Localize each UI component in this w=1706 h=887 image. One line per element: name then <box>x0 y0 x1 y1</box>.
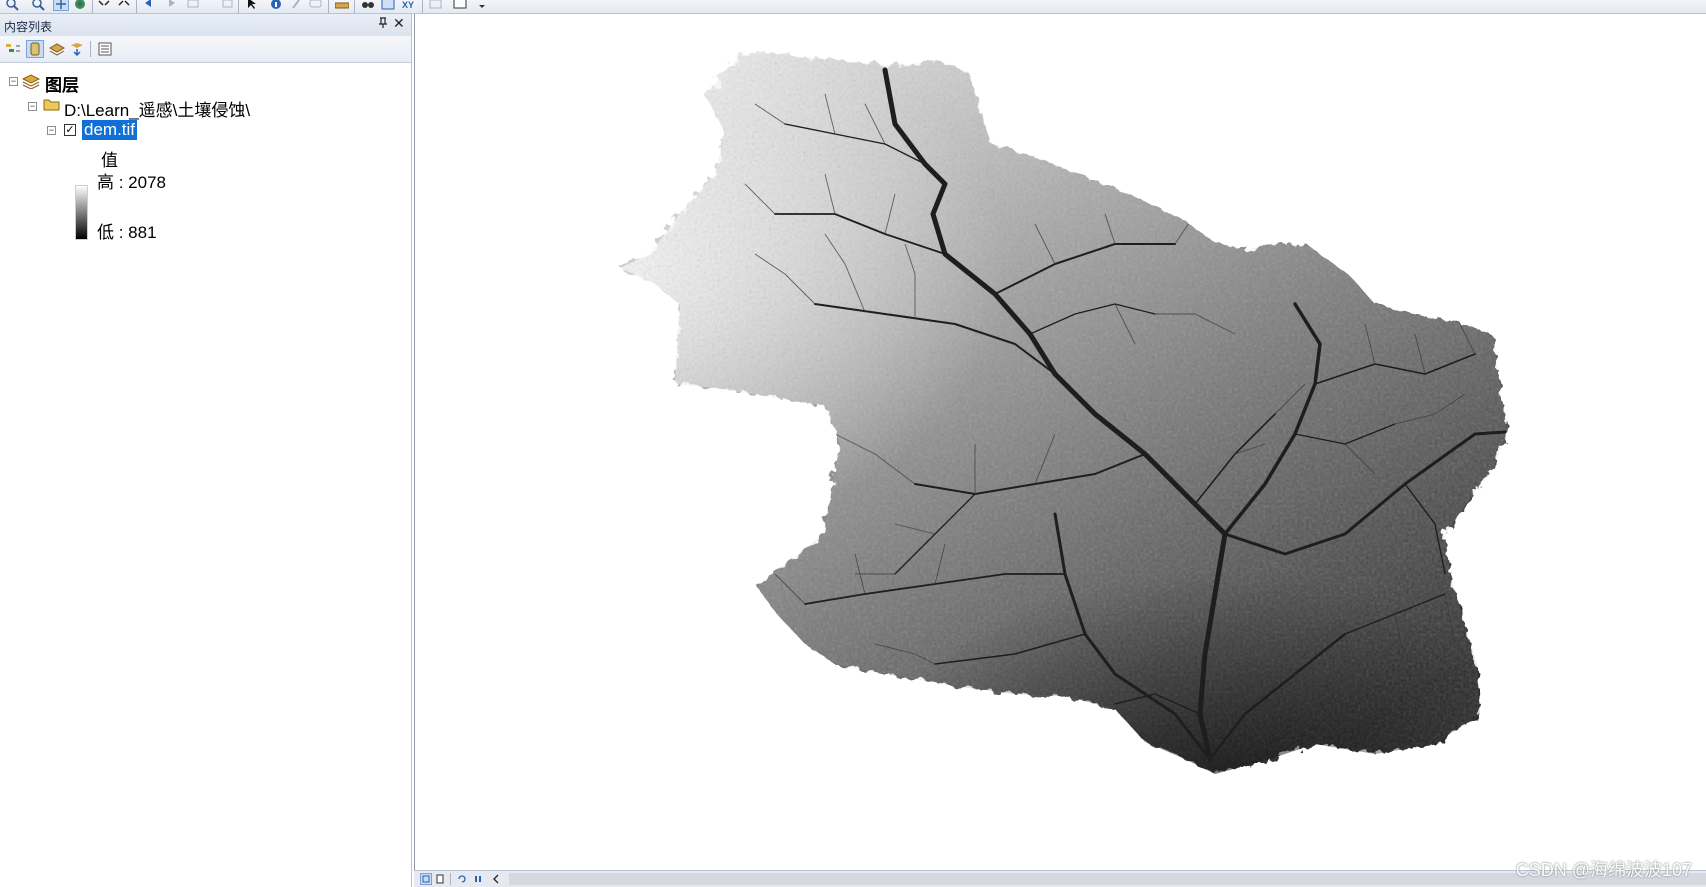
find-route-icon[interactable] <box>380 0 396 11</box>
dem-raster <box>620 54 1507 774</box>
full-extent-icon[interactable] <box>72 0 88 11</box>
select-elements-icon[interactable] <box>244 0 260 11</box>
main-toolbar: XY <box>0 0 1706 14</box>
toc-toolbar <box>0 36 411 63</box>
viewer-window-icon[interactable] <box>452 0 468 11</box>
collapse-icon[interactable]: − <box>47 126 56 135</box>
fixed-zoom-out-icon[interactable] <box>116 0 132 11</box>
select-features-icon[interactable] <box>186 0 202 11</box>
data-view-icon[interactable] <box>420 873 432 885</box>
refresh-icon[interactable] <box>456 873 468 885</box>
identify-icon[interactable] <box>268 0 284 11</box>
back-extent-icon[interactable] <box>142 0 158 11</box>
map-status-bar <box>414 870 1706 887</box>
layers-icon <box>21 73 41 94</box>
arcmap-window: XY 内容列表 ✕ − 图层 − D:\Learn_遥感\土壤侵蚀\ − ✓ d… <box>0 0 1706 887</box>
legend-high-label: 高 : 2078 <box>97 173 166 192</box>
close-icon[interactable]: ✕ <box>393 15 405 32</box>
folder-path-label[interactable]: D:\Learn_遥感\土壤侵蚀\ <box>64 96 250 121</box>
toc-title: 内容列表 <box>4 20 53 34</box>
find-icon[interactable] <box>360 0 376 11</box>
pause-drawing-icon[interactable] <box>472 873 484 885</box>
html-popup-icon[interactable] <box>308 0 324 11</box>
legend-low-label: 低 : 881 <box>97 223 157 242</box>
clear-selection-icon[interactable] <box>220 0 236 11</box>
forward-extent-icon[interactable] <box>162 0 178 11</box>
zoom-out-icon[interactable] <box>30 0 46 11</box>
toolbar-options-icon[interactable] <box>474 0 490 11</box>
scroll-left-icon[interactable] <box>490 873 502 885</box>
legend-color-ramp <box>75 185 88 240</box>
zoom-in-icon[interactable] <box>4 0 20 11</box>
time-slider-icon[interactable] <box>428 0 444 11</box>
list-by-visibility-icon[interactable] <box>48 40 66 58</box>
watermark: CSDN @海绵波波107 <box>1515 860 1692 880</box>
folder-icon <box>43 97 61 117</box>
table-of-contents-panel: 内容列表 ✕ − 图层 − D:\Learn_遥感\土壤侵蚀\ − ✓ dem.… <box>0 14 412 887</box>
hyperlink-icon[interactable] <box>288 0 304 11</box>
svg-text:XY: XY <box>402 0 414 9</box>
map-canvas[interactable] <box>414 14 1706 870</box>
toc-titlebar: 内容列表 ✕ <box>0 14 411 37</box>
list-by-selection-icon[interactable] <box>68 40 86 58</box>
go-to-xy-icon[interactable]: XY <box>402 0 418 11</box>
pan-icon[interactable] <box>53 0 69 11</box>
fixed-zoom-in-icon[interactable] <box>96 0 112 11</box>
layer-visibility-checkbox[interactable]: ✓ <box>64 124 76 136</box>
layer-name-label[interactable]: dem.tif <box>82 120 138 140</box>
list-by-drawing-order-icon[interactable] <box>4 40 22 58</box>
data-frame-label[interactable]: 图层 <box>45 71 79 96</box>
measure-icon[interactable] <box>334 0 350 11</box>
collapse-icon[interactable]: − <box>9 77 18 86</box>
layout-view-icon[interactable] <box>434 873 446 885</box>
pin-icon[interactable] <box>378 17 388 32</box>
layer-tree: − 图层 − D:\Learn_遥感\土壤侵蚀\ − ✓ dem.tif 值 高… <box>0 64 410 884</box>
toc-options-icon[interactable] <box>96 40 114 58</box>
collapse-icon[interactable]: − <box>28 102 37 111</box>
list-by-source-icon[interactable] <box>26 40 44 58</box>
